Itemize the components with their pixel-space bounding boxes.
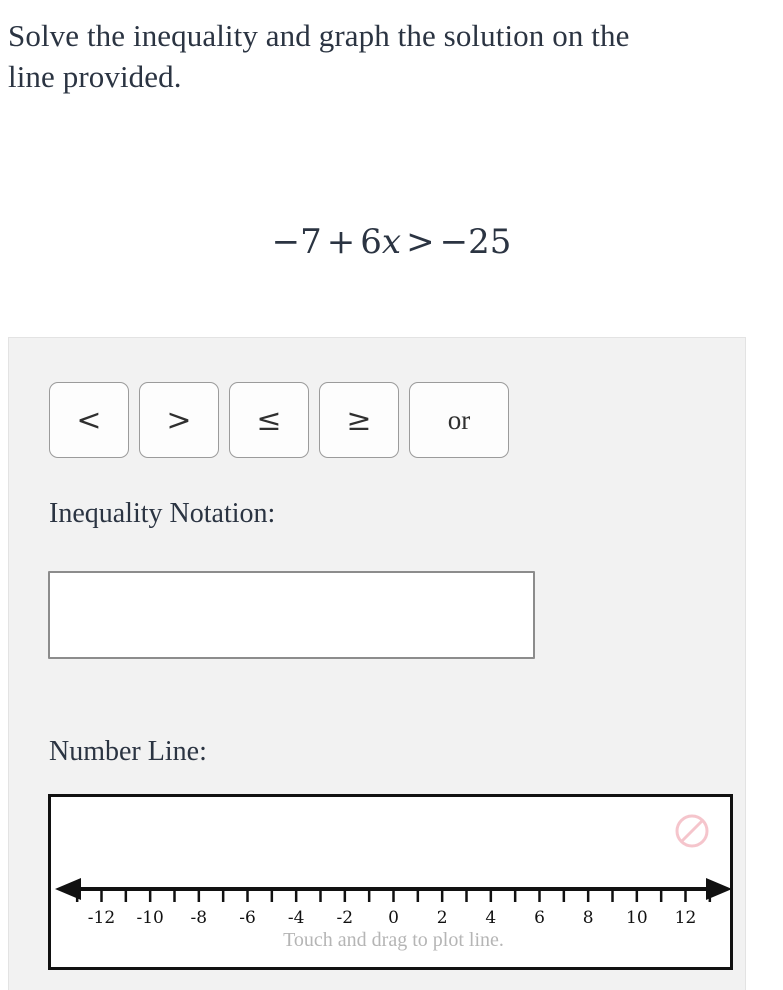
equation-right-side: −25 xyxy=(439,222,512,262)
axis-tick-label: -8 xyxy=(191,908,208,928)
question-page: Solve the inequality and graph the solut… xyxy=(0,0,783,990)
operator-button-greater-than[interactable]: > xyxy=(139,382,219,458)
axis-tick-label: -4 xyxy=(288,908,305,928)
equation-coefficient: 6 xyxy=(360,222,382,262)
axis-tick-label: 10 xyxy=(626,908,648,928)
number-line-label: Number Line: xyxy=(49,736,207,767)
equation-variable: x xyxy=(381,222,402,262)
number-line-canvas[interactable]: -12 -10 -8 -6 -4 -2 0 2 4 6 8 10 12 Touch and drag t… xyxy=(48,794,733,970)
axis-tick-label: 0 xyxy=(388,908,399,928)
inequality-notation-input[interactable] xyxy=(48,571,535,659)
operator-button-label: ≥ xyxy=(346,402,372,438)
operator-button-label: < xyxy=(76,402,102,438)
operator-button-label: > xyxy=(166,402,192,438)
equation-plus-operator: + xyxy=(326,222,356,262)
number-line-hint: Touch and drag to plot line. xyxy=(283,929,504,951)
equation-relation-operator: > xyxy=(406,222,435,262)
axis-tick-label: 8 xyxy=(583,908,594,928)
axis-tick-label: 6 xyxy=(534,908,545,928)
operator-button-label: or xyxy=(447,404,471,435)
inequality-expression: −7 +6x > −25 xyxy=(0,222,783,262)
axis-tick-label: -6 xyxy=(239,908,256,928)
axis-tick-label: -2 xyxy=(337,908,354,928)
question-prompt: Solve the inequality and graph the solut… xyxy=(8,18,630,94)
operator-button-greater-than-or-equal[interactable]: ≥ xyxy=(319,382,399,458)
axis-tick-label: 2 xyxy=(437,908,448,928)
operator-button-less-than[interactable]: < xyxy=(49,382,129,458)
axis-tick-label: -12 xyxy=(88,908,115,928)
axis-tick-label: 4 xyxy=(485,908,496,928)
operator-button-less-than-or-equal[interactable]: ≤ xyxy=(229,382,309,458)
operator-button-or[interactable]: or xyxy=(409,382,509,458)
equation-left-constant: −7 xyxy=(271,222,322,262)
axis-tick-label: -10 xyxy=(136,908,163,928)
axis-tick-label: 12 xyxy=(675,908,697,928)
operator-button-label: ≤ xyxy=(256,402,282,438)
answer-panel: < > ≤ ≥ or Inequality Notation: Number L… xyxy=(8,337,746,990)
inequality-notation-label: Inequality Notation: xyxy=(49,498,276,529)
operator-button-row: < > ≤ ≥ or xyxy=(49,382,519,458)
